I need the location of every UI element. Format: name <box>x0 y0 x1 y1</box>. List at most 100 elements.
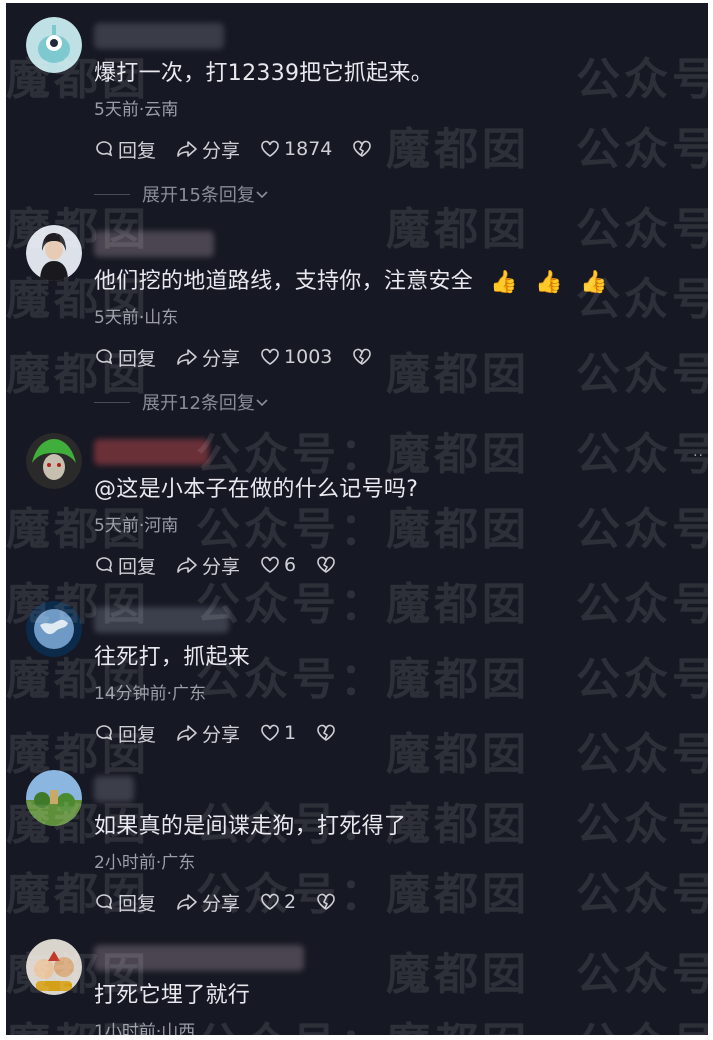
watermark-text: 魔都囡 <box>386 204 530 255</box>
username-blurred[interactable] <box>94 776 134 802</box>
broken-heart-icon <box>353 140 372 157</box>
avatar[interactable] <box>26 225 82 281</box>
reply-label: 回复 <box>118 723 157 746</box>
reply-icon <box>96 557 113 573</box>
comment-panel: 爆打一次，打12339把它抓起来。 5天前·云南 回复 分享 1874 展开15… <box>6 3 708 1035</box>
share-button[interactable]: 分享 <box>176 889 240 916</box>
reply-icon <box>96 725 113 741</box>
comment-actions: 回复 分享 6 <box>94 551 360 579</box>
watermark-text: 魔都囡 <box>386 124 530 175</box>
watermark-text: 魔都囡 <box>386 799 530 850</box>
share-icon <box>177 141 197 157</box>
share-button[interactable]: 分享 <box>176 720 240 747</box>
expand-replies-button[interactable]: 展开12条回复 <box>94 389 269 415</box>
heart-icon <box>261 556 279 573</box>
comment-text: @这是小本子在做的什么记号吗? <box>94 477 419 502</box>
like-count: 2 <box>284 891 297 913</box>
reply-button[interactable]: 回复 <box>94 889 156 916</box>
share-button[interactable]: 分享 <box>176 136 240 163</box>
reply-button[interactable]: 回复 <box>94 720 156 747</box>
watermark-text: 公众号： <box>576 799 708 850</box>
comment-text: 如果真的是间谍走狗，打死得了 <box>94 814 407 839</box>
like-count: 6 <box>284 554 297 576</box>
comment-actions: 回复 分享 1 <box>94 719 360 747</box>
broken-heart-icon <box>317 893 335 910</box>
comment-text: 往死打，抓起来 <box>94 645 251 670</box>
watermark-text: 魔都囡 <box>386 729 530 780</box>
comment-meta: 5天前·云南 <box>94 100 179 120</box>
share-icon <box>177 557 197 573</box>
watermark-text: 魔都囡 <box>386 1008 530 1035</box>
share-label: 分享 <box>202 892 241 915</box>
comment-meta: 2小时前·广东 <box>94 853 196 873</box>
watermark-text: 公众号： <box>576 949 708 1000</box>
more-indicator[interactable]: ·· <box>693 448 704 464</box>
reply-label: 回复 <box>118 139 157 162</box>
dislike-button[interactable] <box>316 556 340 574</box>
avatar[interactable] <box>26 601 82 657</box>
heart-icon <box>261 893 279 910</box>
username-blurred[interactable] <box>94 607 229 633</box>
watermark-text: 魔都囡 <box>386 654 530 705</box>
comment-meta: 5天前·山东 <box>94 308 179 328</box>
like-button[interactable]: 6 <box>260 554 296 576</box>
share-label: 分享 <box>202 555 241 578</box>
dislike-button[interactable] <box>352 348 376 366</box>
avatar[interactable] <box>26 17 82 73</box>
reply-button[interactable]: 回复 <box>94 344 156 371</box>
comment-text: 打死它埋了就行 <box>94 983 251 1008</box>
share-button[interactable]: 分享 <box>176 552 240 579</box>
like-button[interactable]: 1874 <box>260 138 332 160</box>
watermark-text: 公众号： <box>576 204 708 255</box>
like-count: 1 <box>284 722 297 744</box>
avatar[interactable] <box>26 770 82 826</box>
dislike-button[interactable] <box>316 724 340 742</box>
watermark-text: 公众号： <box>576 349 708 400</box>
comment-meta: 1小时前·山西 <box>94 1022 196 1035</box>
watermark-text: 魔都囡 <box>386 349 530 400</box>
avatar[interactable] <box>26 433 82 489</box>
username-blurred[interactable] <box>94 231 214 257</box>
chevron-down-icon <box>256 191 268 199</box>
dislike-button[interactable] <box>352 140 376 158</box>
expand-replies-button[interactable]: 展开15条回复 <box>94 181 269 207</box>
dislike-button[interactable] <box>316 893 340 911</box>
reply-icon <box>96 349 113 365</box>
heart-icon <box>261 724 279 741</box>
reply-button[interactable]: 回复 <box>94 136 156 163</box>
username-blurred[interactable] <box>94 945 304 971</box>
username-blurred[interactable] <box>94 439 209 465</box>
like-count: 1003 <box>284 346 333 368</box>
comment-text-body: 他们挖的地道路线，支持你，注意安全 <box>94 269 474 294</box>
reply-icon <box>96 894 113 910</box>
avatar[interactable] <box>26 939 82 995</box>
broken-heart-icon <box>353 348 372 365</box>
reply-button[interactable]: 回复 <box>94 552 156 579</box>
broken-heart-icon <box>317 556 335 573</box>
watermark-text: 公众号： <box>576 54 708 105</box>
share-icon <box>177 349 197 365</box>
comment-meta: 14分钟前·广东 <box>94 684 207 704</box>
like-count: 1874 <box>284 138 333 160</box>
like-button[interactable]: 1003 <box>260 346 332 368</box>
divider <box>94 401 130 403</box>
reply-label: 回复 <box>118 892 157 915</box>
share-icon <box>177 894 197 910</box>
expand-replies-label: 展开15条回复 <box>142 185 255 206</box>
username-blurred[interactable] <box>94 23 224 49</box>
share-label: 分享 <box>202 139 241 162</box>
watermark-text: 公众号： <box>576 579 708 630</box>
comment-text: 他们挖的地道路线，支持你，注意安全 👍 👍 👍 <box>94 263 608 295</box>
broken-heart-icon <box>317 724 335 741</box>
reply-icon <box>96 141 113 157</box>
comment-actions: 回复 分享 1003 <box>94 343 396 371</box>
comment-meta: 5天前·河南 <box>94 516 179 536</box>
share-button[interactable]: 分享 <box>176 344 240 371</box>
reply-label: 回复 <box>118 555 157 578</box>
thumbs-up-emoji: 👍 <box>535 269 564 295</box>
reply-label: 回复 <box>118 347 157 370</box>
share-label: 分享 <box>202 723 241 746</box>
like-button[interactable]: 1 <box>260 722 296 744</box>
watermark-text: 公众号： <box>576 1008 708 1035</box>
like-button[interactable]: 2 <box>260 891 296 913</box>
